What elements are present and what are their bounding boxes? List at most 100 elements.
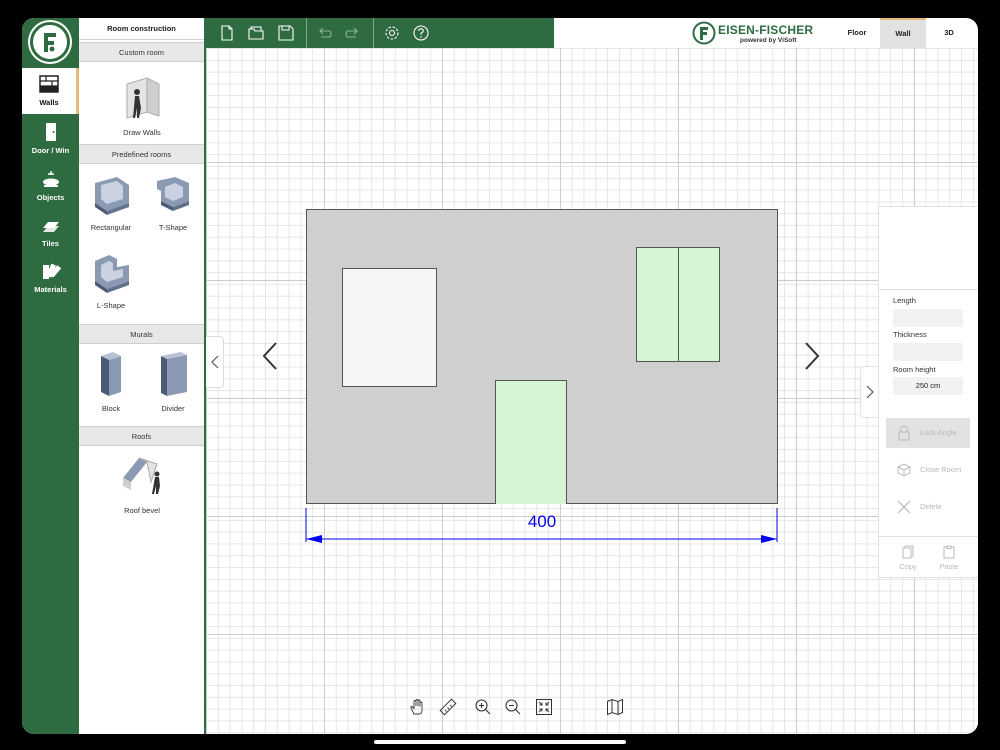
thickness-field[interactable]: [893, 343, 963, 361]
close-room-button[interactable]: Close Room: [886, 455, 970, 485]
divider: [879, 536, 978, 537]
l-shape-room-icon: [95, 255, 129, 293]
section-header-roofs: Roofs: [79, 426, 204, 446]
rail-item-label: Objects: [36, 193, 65, 202]
door[interactable]: [495, 380, 567, 504]
tile-label: L-Shape: [96, 301, 126, 310]
wall-elevation[interactable]: [306, 209, 778, 504]
tile-t-shape[interactable]: T-Shape: [143, 173, 203, 232]
tab-wall[interactable]: Wall: [880, 18, 926, 48]
wall-opening[interactable]: [342, 268, 437, 387]
toolbar-separator: [373, 18, 374, 48]
block-icon: [101, 352, 121, 396]
materials-icon: [42, 263, 61, 279]
copy-icon: [902, 545, 914, 559]
tile-label: T-Shape: [158, 223, 188, 232]
construction-panel: Room construction Custom room Draw Walls…: [79, 18, 206, 734]
tile-l-shape[interactable]: L-Shape: [81, 251, 141, 310]
tile-rectangular[interactable]: Rectangular: [81, 173, 141, 232]
tile-block[interactable]: Block: [81, 350, 141, 413]
rail-item-door-win[interactable]: Door / Win: [22, 116, 79, 162]
tile-label: Roof bevel: [124, 506, 160, 515]
tab-floor[interactable]: Floor: [834, 18, 880, 48]
brand-subtitle: powered by ViSoft: [740, 37, 797, 44]
tiles-icon: [42, 222, 59, 232]
panel-title: Room construction: [79, 18, 204, 40]
properties-panel: Length Thickness Room height 250 cm Lock…: [878, 206, 978, 578]
window[interactable]: [636, 247, 720, 362]
thickness-label: Thickness: [893, 330, 927, 339]
paste-label: Paste: [939, 562, 959, 571]
previous-wall-icon[interactable]: [260, 340, 280, 372]
collapse-panel-button[interactable]: [206, 336, 224, 388]
draw-walls-icon: [126, 77, 160, 119]
window-divider: [678, 248, 679, 361]
brand-logo: EISEN-FISCHER powered by ViSoft: [692, 20, 822, 46]
logo: [30, 22, 70, 62]
close-room-label: Close Room: [920, 465, 962, 474]
length-label: Length: [893, 296, 916, 305]
door-icon: [45, 123, 56, 141]
brand-name: EISEN-FISCHER: [718, 23, 814, 37]
tile-label: Draw Walls: [123, 128, 161, 137]
length-field[interactable]: [893, 309, 963, 327]
rail-item-walls[interactable]: Walls: [22, 68, 79, 114]
tile-label: Rectangular: [90, 223, 132, 232]
section-header-murals: Murals: [79, 324, 204, 344]
chevron-left-icon: [210, 355, 218, 369]
undo-icon[interactable]: [315, 24, 333, 42]
tile-label: Divider: [161, 404, 185, 413]
objects-icon: [42, 171, 59, 187]
lock-angle-button[interactable]: Lock Angle: [886, 418, 970, 448]
home-indicator: [374, 740, 626, 744]
rail-item-tiles[interactable]: Tiles: [22, 209, 79, 255]
ruler-icon[interactable]: [439, 698, 457, 716]
t-shape-room-icon: [157, 177, 189, 211]
rail-item-label: Materials: [34, 285, 67, 294]
map-icon[interactable]: [606, 698, 624, 716]
rail-item-label: Door / Win: [31, 146, 70, 155]
toolbar-separator: [306, 18, 307, 48]
copy-button[interactable]: Copy: [893, 545, 923, 571]
roof-bevel-icon: [123, 457, 160, 494]
rail-item-objects[interactable]: Objects: [22, 163, 79, 209]
fit-screen-icon[interactable]: [535, 698, 553, 716]
redo-icon[interactable]: [344, 24, 362, 42]
rail-item-label: Walls: [39, 98, 59, 107]
lock-icon: [898, 425, 910, 441]
dimension-label: 400: [527, 512, 557, 531]
settings-icon[interactable]: [383, 24, 401, 42]
divider: [879, 289, 978, 290]
close-room-icon: [897, 463, 911, 477]
new-file-icon[interactable]: [218, 24, 236, 42]
lock-angle-label: Lock Angle: [920, 428, 957, 437]
help-icon[interactable]: [412, 24, 430, 42]
delete-button[interactable]: Delete: [886, 492, 970, 522]
tile-label: Block: [101, 404, 121, 413]
open-folder-icon[interactable]: [247, 24, 265, 42]
save-icon[interactable]: [277, 24, 295, 42]
delete-icon: [897, 500, 911, 514]
zoom-out-icon[interactable]: [504, 698, 522, 716]
logo-icon: [44, 33, 56, 52]
top-toolbar: [206, 18, 554, 48]
tile-divider[interactable]: Divider: [143, 350, 203, 413]
rail-item-materials[interactable]: Materials: [22, 255, 79, 301]
room-height-field[interactable]: 250 cm: [893, 377, 963, 395]
rail-item-label: Tiles: [42, 239, 59, 248]
rectangular-room-icon: [95, 177, 129, 215]
copy-label: Copy: [899, 562, 917, 571]
next-wall-icon[interactable]: [802, 340, 822, 372]
zoom-in-icon[interactable]: [474, 698, 492, 716]
delete-label: Delete: [920, 502, 942, 511]
room-height-label: Room height: [893, 365, 936, 374]
hand-icon[interactable]: [408, 698, 426, 716]
tab-3d[interactable]: 3D: [926, 18, 972, 48]
expand-properties-button[interactable]: [860, 366, 878, 418]
walls-icon: [39, 75, 59, 93]
tile-roof-bevel[interactable]: Roof bevel: [112, 454, 172, 515]
paste-icon: [943, 545, 955, 559]
section-header-custom-room: Custom room: [79, 42, 204, 62]
tile-draw-walls[interactable]: Draw Walls: [112, 74, 172, 137]
paste-button[interactable]: Paste: [934, 545, 964, 571]
